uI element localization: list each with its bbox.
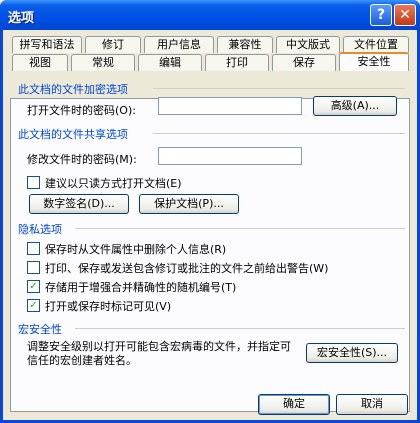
privacy-option-label: 打开或保存时标记可见(V) — [45, 300, 172, 313]
question-icon: ? — [376, 7, 386, 23]
privacy-option-checkbox[interactable]: ✓ — [27, 299, 40, 312]
title-bar[interactable]: 选项 ? ✕ — [0, 0, 420, 30]
tab-user-info[interactable]: 用户信息 — [144, 36, 214, 53]
cancel-button[interactable]: 取消 — [336, 394, 408, 415]
sharing-section-title: 此文档的文件共享选项 — [18, 128, 128, 141]
privacy-option-label: 打印、保存或发送包含修订或批注的文件之前给出警告(W) — [45, 262, 329, 275]
tab-print[interactable]: 打印 — [205, 54, 269, 71]
privacy-option-checkbox[interactable]: ✓ — [27, 280, 40, 293]
options-dialog: 选项 ? ✕ 拼写和语法 修订 用户信息 兼容性 中文版式 文件位置 视图 常规… — [0, 0, 420, 423]
privacy-section-title: 隐私选项 — [18, 223, 62, 236]
protect-document-button[interactable]: 保护文档(P)... — [139, 194, 239, 214]
modify-password-label: 修改文件时的密码(M): — [27, 153, 137, 166]
macro-security-button[interactable]: 宏安全性(S)... — [306, 343, 398, 363]
tab-spelling-grammar[interactable]: 拼写和语法 — [12, 36, 82, 53]
modify-password-input[interactable] — [158, 147, 302, 165]
tab-compatibility[interactable]: 兼容性 — [217, 36, 273, 53]
macro-section-title: 宏安全性 — [18, 323, 62, 336]
privacy-section-divider — [75, 228, 405, 229]
dialog-title: 选项 — [8, 11, 35, 26]
sharing-section-divider — [153, 133, 405, 134]
tab-security[interactable]: 安全性 — [339, 52, 409, 71]
privacy-option-label: 保存时从文件属性中删除个人信息(R) — [45, 243, 227, 256]
encryption-section-divider — [153, 88, 405, 89]
privacy-option-checkbox[interactable] — [27, 261, 40, 274]
dialog-client-area: 拼写和语法 修订 用户信息 兼容性 中文版式 文件位置 视图 常规 编辑 打印 … — [3, 30, 417, 420]
ok-button[interactable]: 确定 — [258, 394, 330, 415]
advanced-button[interactable]: 高级(A)... — [313, 96, 397, 116]
encryption-section-title: 此文档的文件加密选项 — [18, 83, 128, 96]
readonly-recommended-label: 建议以只读方式打开文档(E) — [45, 177, 182, 190]
close-button[interactable]: ✕ — [394, 4, 416, 26]
macro-description: 调整安全级别以打开可能包含宏病毒的文件，并指定可信任的宏创建者姓名。 — [27, 340, 291, 367]
tab-save[interactable]: 保存 — [272, 54, 336, 71]
privacy-option-checkbox[interactable] — [27, 242, 40, 255]
privacy-option-label: 存储用于增强合并精确性的随机编号(T) — [45, 281, 237, 294]
macro-section-divider — [75, 328, 405, 329]
tab-general[interactable]: 常规 — [71, 54, 135, 71]
readonly-recommended-checkbox[interactable] — [27, 176, 40, 189]
tab-chinese-layout[interactable]: 中文版式 — [276, 36, 340, 53]
tab-view[interactable]: 视图 — [12, 54, 68, 71]
open-password-label: 打开文件时的密码(O): — [27, 104, 136, 117]
digital-signature-button[interactable]: 数字签名(D)... — [29, 194, 129, 214]
tab-file-locations[interactable]: 文件位置 — [343, 36, 409, 53]
open-password-input[interactable] — [158, 97, 302, 115]
tab-edit[interactable]: 编辑 — [138, 54, 202, 71]
close-icon: ✕ — [399, 7, 411, 23]
tab-track-changes[interactable]: 修订 — [85, 36, 141, 53]
help-button[interactable]: ? — [370, 4, 392, 26]
